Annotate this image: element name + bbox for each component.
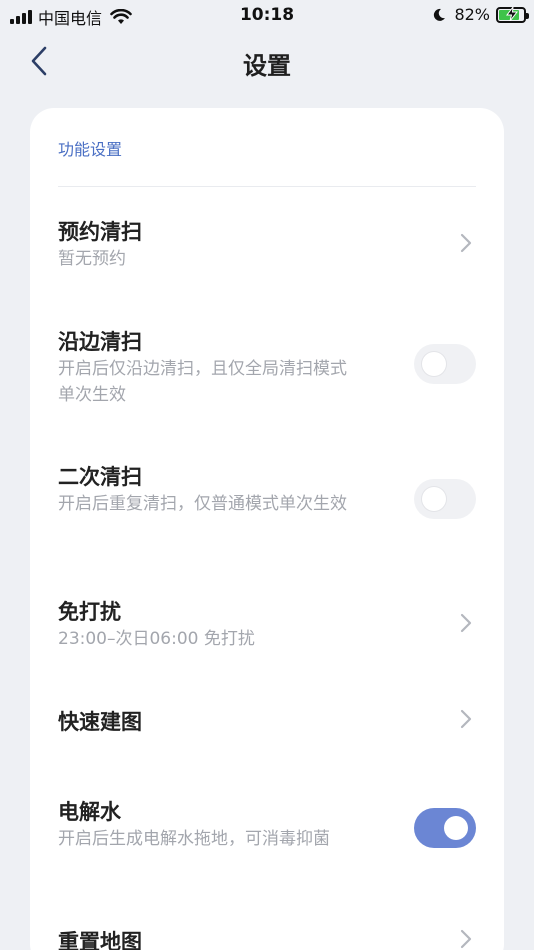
row-title: 二次清扫 [58, 465, 142, 489]
row-title: 沿边清扫 [58, 330, 142, 354]
chevron-right-icon[interactable] [458, 612, 474, 634]
row-second-cleaning: 二次清扫 开启后重复清扫，仅普通模式单次生效 [30, 453, 504, 563]
row-title: 免打扰 [58, 600, 121, 624]
row-subtitle: 开启后生成电解水拖地，可消毒抑菌 [58, 829, 330, 849]
row-subtitle: 暂无预约 [58, 249, 126, 269]
battery-percent: 82% [454, 5, 490, 24]
row-subtitle: 23:00–次日06:00 免打扰 [58, 629, 255, 649]
row-title: 快速建图 [58, 710, 142, 734]
battery-icon [496, 6, 529, 23]
section-title: 功能设置 [58, 140, 123, 159]
electrolyzed-water-toggle[interactable] [414, 808, 476, 848]
edge-cleaning-toggle[interactable] [414, 344, 476, 384]
row-subtitle: 开启后重复清扫，仅普通模式单次生效 [58, 494, 347, 514]
row-reset-map[interactable]: 重置地图 [30, 918, 504, 950]
status-right: 82% [432, 5, 529, 24]
row-title: 预约清扫 [58, 220, 142, 244]
row-quick-mapping[interactable]: 快速建图 [30, 698, 504, 748]
status-bar: 中国电信 10:18 82% [0, 0, 534, 32]
row-edge-cleaning: 沿边清扫 开启后仅沿边清扫，且仅全局清扫模式单次生效 [30, 318, 504, 428]
settings-card: 功能设置 预约清扫 暂无预约 沿边清扫 开启后仅沿边清扫，且仅全局清扫模式单次生… [30, 108, 504, 950]
charging-bolt-icon [506, 6, 518, 21]
row-do-not-disturb[interactable]: 免打扰 23:00–次日06:00 免打扰 [30, 588, 504, 668]
row-scheduled-cleaning[interactable]: 预约清扫 暂无预约 [30, 208, 504, 298]
nav-header: 设置 [0, 32, 534, 90]
chevron-right-icon[interactable] [458, 928, 474, 950]
divider [58, 186, 476, 187]
toggle-knob [444, 816, 468, 840]
row-title: 重置地图 [58, 930, 142, 950]
row-subtitle: 开启后仅沿边清扫，且仅全局清扫模式单次生效 [58, 359, 347, 405]
toggle-knob [422, 352, 446, 376]
row-electrolyzed-water: 电解水 开启后生成电解水拖地，可消毒抑菌 [30, 788, 504, 898]
chevron-right-icon[interactable] [458, 232, 474, 254]
toggle-knob [422, 487, 446, 511]
chevron-right-icon[interactable] [458, 708, 474, 730]
page-title: 设置 [243, 52, 291, 80]
moon-icon [434, 8, 446, 21]
row-title: 电解水 [58, 800, 121, 824]
second-cleaning-toggle[interactable] [414, 479, 476, 519]
